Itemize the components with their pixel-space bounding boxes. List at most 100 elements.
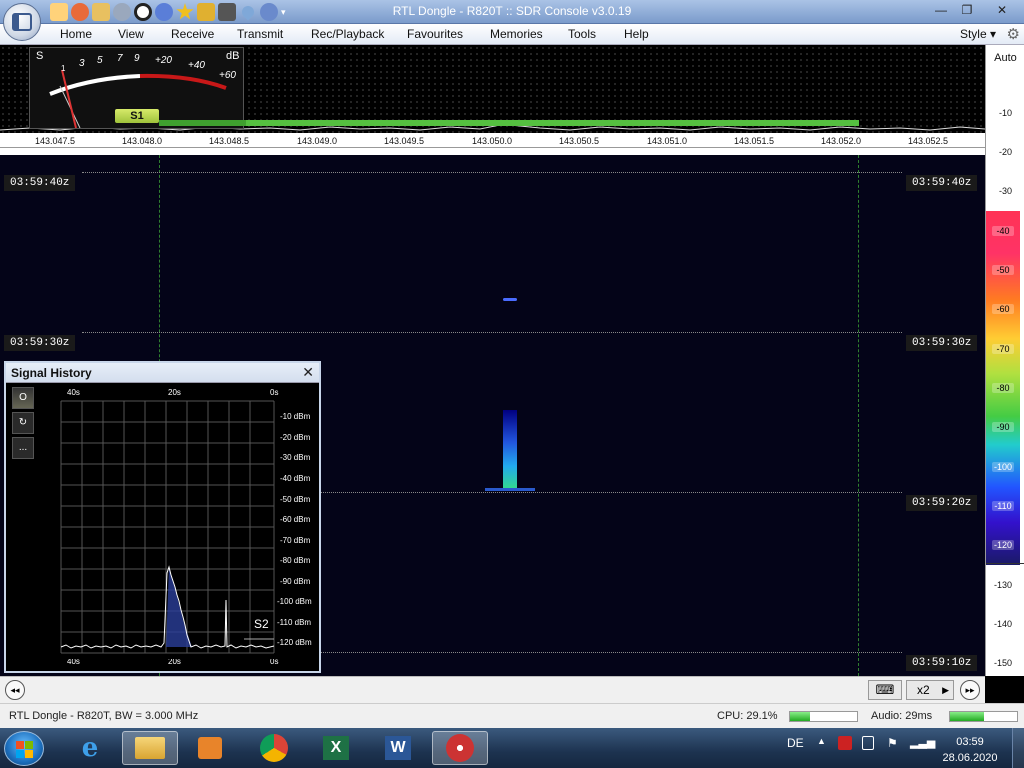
menu-bar: Home View Receive Transmit Rec/Playback … [0,24,1024,45]
menu-favourites[interactable]: Favourites [407,27,463,41]
title-bar: ▾ RTL Dongle - R820T :: SDR Console v3.0… [0,0,1024,24]
dbm-label: -10 dBm [280,412,311,421]
style-dropdown-icon: ▾ [989,27,996,41]
freq-label: 143.050.0 [471,136,513,146]
db-scale-label: -10 [998,108,1012,118]
forward-button[interactable]: ▸▸ [960,680,980,700]
freq-label: 143.052.0 [820,136,862,146]
db-scale-label: -110 [992,501,1014,511]
auto-scale-button[interactable]: Auto [986,52,1024,64]
time-gridline [82,332,902,333]
s-scale-1: 1 [61,64,66,73]
application-menu-button[interactable] [3,3,41,41]
db-scale-label: -120 [992,540,1014,550]
speed-arrow-icon: ▶ [942,685,949,695]
start-button[interactable] [4,731,44,766]
keyboard-icon[interactable]: ⌨ [868,680,902,700]
chrome-icon[interactable] [246,731,302,765]
menu-transmit[interactable]: Transmit [237,27,283,41]
window-title: RTL Dongle - R820T :: SDR Console v3.0.1… [392,4,632,18]
menu-memories[interactable]: Memories [490,27,543,41]
cpu-meter [789,711,858,722]
audio-meter [949,711,1018,722]
s-scale-5: 5 [97,55,103,66]
history-record-button[interactable]: O [12,387,34,409]
network-tray-icon[interactable]: ▂▃▅ [910,736,935,749]
rewind-button[interactable]: ◂◂ [5,680,25,700]
excel-icon[interactable]: X [308,731,364,765]
s-meter-db-label: dB [226,50,240,62]
history-refresh-button[interactable]: ↻ [12,412,34,434]
time-gridline [82,172,902,173]
time-label-right: 03:59:10z [906,655,978,671]
time-label-right: 03:59:30z [906,335,978,351]
menu-receive[interactable]: Receive [171,27,214,41]
s-scale-9: 9 [134,53,140,64]
db-scale-label: -30 [998,186,1012,196]
close-button[interactable]: ✕ [980,0,1024,20]
dbm-label: -100 dBm [277,597,312,606]
minimize-button[interactable]: — [928,0,954,20]
taskbar-clock[interactable]: 03:59 28.06.2020 [940,734,1000,766]
style-menu[interactable]: Style ▾ [960,27,996,41]
speed-selector[interactable]: x2 ▶ [906,680,954,700]
language-indicator[interactable]: DE [787,736,804,750]
db-scale-label: -70 [992,344,1014,354]
dbm-label: -110 dBm [277,618,312,627]
gear-icon[interactable]: ⚙ [1007,25,1020,43]
file-explorer-icon[interactable] [122,731,178,765]
style-label: Style [959,27,987,41]
device-tray-icon[interactable] [862,736,874,750]
window-controls: — ❐ ✕ [928,0,1024,20]
s-scale-7: 7 [117,53,123,64]
db-scale-label: -100 [992,462,1014,472]
word-icon[interactable]: W [370,731,426,765]
freq-label: 143.047.5 [34,136,76,146]
signal-trace [503,298,517,301]
security-tray-icon[interactable] [838,736,852,750]
s-scale-3: 3 [79,58,85,69]
freq-label: 143.052.5 [907,136,949,146]
freq-label: 143.051.0 [646,136,688,146]
db-scale-20: +20 [155,55,172,66]
cpu-status: CPU: 29.1% [717,710,778,722]
maximize-button[interactable]: ❐ [954,0,980,20]
menu-rec-playback[interactable]: Rec/Playback [311,27,384,41]
close-icon[interactable]: ✕ [302,364,314,381]
dbm-label: -60 dBm [280,515,311,524]
db-scale-label: -90 [992,422,1014,432]
sdr-console-icon[interactable] [432,731,488,765]
db-scale-label: -150 [993,658,1012,668]
freq-label: 143.051.5 [733,136,775,146]
flag-tray-icon[interactable]: ⚑ [887,736,898,750]
waterfall-toolbar [0,676,985,703]
menu-view[interactable]: View [118,27,144,41]
freq-label: 143.048.5 [208,136,250,146]
menu-tools[interactable]: Tools [568,27,596,41]
status-bar: RTL Dongle - R820T, BW = 3.000 MHz CPU: … [0,703,1024,728]
history-s-reading: S2 [254,617,269,631]
cpu-meter-fill [790,712,811,721]
db-scale-label: -60 [992,304,1014,314]
spectrum-waterfall-splitter[interactable] [0,147,985,155]
media-player-icon[interactable] [182,731,238,765]
freq-label: 143.050.5 [558,136,600,146]
app-logo-icon [12,13,32,31]
show-desktop-button[interactable] [1012,728,1024,768]
signal-history-chart: S2 [56,395,280,659]
sdr-console-window: ▾ RTL Dongle - R820T :: SDR Console v3.0… [0,0,1024,768]
internet-explorer-icon[interactable]: e [62,731,118,765]
signal-history-panel[interactable]: Signal History ✕ O ↻ ... 40s 20s 0s 40s … [4,361,321,673]
db-scale-40: +40 [188,60,205,71]
signal-history-header[interactable]: Signal History ✕ [6,363,319,383]
db-scale-label: -80 [992,383,1014,393]
menu-help[interactable]: Help [624,27,649,41]
freq-label: 143.048.0 [121,136,163,146]
filter-edge-right[interactable] [858,155,859,676]
history-more-button[interactable]: ... [12,437,34,459]
signal-trace [503,410,517,490]
device-status: RTL Dongle - R820T, BW = 3.000 MHz [9,710,199,722]
s-meter-reading: S1 [115,109,159,123]
menu-home[interactable]: Home [60,27,92,41]
show-hidden-icons-icon[interactable]: ▲ [817,736,826,746]
